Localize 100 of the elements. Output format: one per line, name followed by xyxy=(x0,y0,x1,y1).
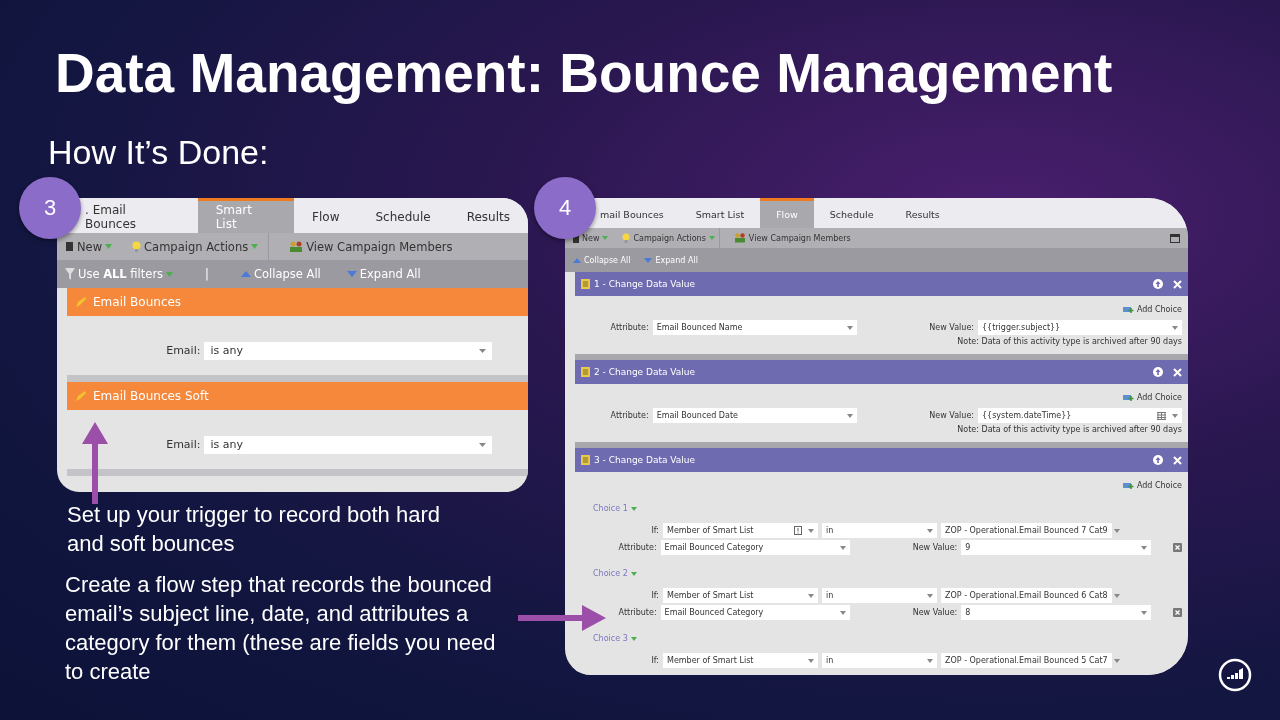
caret-icon xyxy=(630,571,637,576)
dropdown-arrow-icon xyxy=(479,348,486,353)
caption: Set up your trigger to record both hard and soft bounces xyxy=(67,501,441,558)
dropdown[interactable]: Member of Smart List xyxy=(663,523,818,538)
caret-icon xyxy=(602,236,609,240)
expand-icon xyxy=(346,271,357,277)
lightbulb-icon xyxy=(132,240,142,253)
tab[interactable]: mail Bounces xyxy=(598,198,680,228)
dropdown[interactable]: {{system.dateTime}} xyxy=(978,408,1182,423)
warning-icon xyxy=(794,526,802,535)
dropdown[interactable]: Email Bounced Category xyxy=(660,540,851,555)
move-up-icon[interactable] xyxy=(1153,455,1163,465)
dropdown[interactable]: Email Bounced Date xyxy=(652,408,857,423)
step-title: 1 - Change Data Value xyxy=(594,279,696,289)
slide-subtitle: How It’s Done: xyxy=(48,132,270,172)
add-choice-button[interactable]: Add Choice xyxy=(1122,481,1182,490)
slide-title: Data Management: Bounce Management xyxy=(55,41,1114,106)
note-text: Note: Data of this activity type is archived after 90 days xyxy=(956,337,1182,346)
lightbulb-icon xyxy=(622,233,631,243)
delete-icon[interactable] xyxy=(1173,543,1182,552)
dropdown[interactable]: Member of Smart List xyxy=(663,653,818,668)
field-label: If: xyxy=(650,656,659,665)
dropdown-arrow-icon xyxy=(479,442,486,447)
field-label: Email: xyxy=(165,438,201,451)
toolbar-button[interactable]: View Campaign Members xyxy=(289,239,453,254)
caret-icon xyxy=(105,244,113,249)
people-icon xyxy=(289,240,304,253)
tab[interactable]: Smart List xyxy=(679,198,761,228)
separator: | xyxy=(205,267,209,281)
document-icon xyxy=(65,241,74,252)
pencil-icon xyxy=(75,296,87,308)
tab[interactable]: Results xyxy=(889,198,956,228)
dropdown-arrow-icon xyxy=(1172,325,1178,330)
tab[interactable]: Results xyxy=(448,198,528,233)
move-up-icon[interactable] xyxy=(1153,367,1163,377)
note-icon xyxy=(581,279,590,289)
field-label: Attribute: xyxy=(609,411,649,420)
tab[interactable]: Schedule xyxy=(813,198,890,228)
tab[interactable]: Flow xyxy=(294,198,358,233)
move-up-icon[interactable] xyxy=(1153,279,1163,289)
window-icon[interactable] xyxy=(1170,233,1180,243)
dropdown[interactable]: in xyxy=(822,523,937,538)
step-badge: 3 xyxy=(19,177,81,239)
field-label: New Value: xyxy=(928,323,974,332)
collapse-icon xyxy=(573,257,581,263)
field-label: Email: xyxy=(165,344,201,357)
toolbar-button[interactable]: Campaign Actions xyxy=(622,233,715,243)
dropdown[interactable]: Email Bounced Category xyxy=(660,605,851,620)
delete-icon[interactable] xyxy=(1173,608,1182,617)
caption: Create a flow step that records the bounced email’s subject line, date, and attributes a category for them (these are fields you need to create xyxy=(65,571,497,686)
tab[interactable]: . Email Bounces xyxy=(83,198,198,233)
logo-icon xyxy=(1218,658,1252,692)
toolbar-button[interactable]: Campaign Actions xyxy=(132,239,259,254)
close-icon[interactable] xyxy=(1173,455,1182,465)
tab[interactable]: Schedule xyxy=(357,198,449,233)
dropdown[interactable]: Member of Smart List xyxy=(663,588,818,603)
add-choice-icon xyxy=(1122,305,1134,314)
expand-icon xyxy=(644,257,653,263)
close-icon[interactable] xyxy=(1173,367,1182,377)
add-choice-button[interactable]: Add Choice xyxy=(1122,305,1182,314)
dropdown-arrow-icon xyxy=(1172,413,1178,418)
toolbar-button[interactable]: New xyxy=(65,239,113,254)
dropdown-arrow-icon xyxy=(846,413,853,418)
pencil-icon xyxy=(75,390,87,402)
note-icon xyxy=(581,455,590,465)
dropdown-arrow-icon xyxy=(840,610,847,615)
dropdown-arrow-icon xyxy=(808,593,814,598)
caret-icon xyxy=(708,236,715,240)
calendar-icon[interactable] xyxy=(1157,411,1166,420)
dropdown-arrow-icon xyxy=(840,545,847,550)
funnel-icon xyxy=(65,268,75,280)
dropdown[interactable]: in xyxy=(822,653,937,668)
dropdown[interactable]: in xyxy=(822,588,937,603)
add-choice-icon xyxy=(1122,481,1134,490)
people-icon xyxy=(733,233,746,243)
dropdown[interactable]: 8 xyxy=(961,605,1151,620)
toolbar-button[interactable]: View Campaign Members xyxy=(733,233,851,243)
note-icon xyxy=(581,367,590,377)
step-title: 3 - Change Data Value xyxy=(594,455,696,465)
collapse-icon xyxy=(241,271,251,277)
caret-icon xyxy=(630,636,637,641)
field-label: If: xyxy=(650,591,659,600)
step-title: 2 - Change Data Value xyxy=(594,367,696,377)
dropdown-arrow-icon xyxy=(927,528,933,533)
field-label: New Value: xyxy=(928,411,974,420)
dropdown[interactable]: is any xyxy=(204,435,492,454)
add-choice-button[interactable]: Add Choice xyxy=(1122,393,1182,402)
dropdown[interactable]: {{trigger.subject}} xyxy=(978,320,1182,335)
dropdown-arrow-icon xyxy=(1113,528,1120,533)
field-label: Attribute: xyxy=(617,608,657,617)
add-choice-icon xyxy=(1122,393,1134,402)
filter-name: Email Bounces Soft xyxy=(93,389,209,403)
dropdown[interactable]: Email Bounced Name xyxy=(652,320,857,335)
dropdown-arrow-icon xyxy=(808,528,814,533)
dropdown[interactable]: is any xyxy=(204,341,492,360)
caret-icon xyxy=(166,271,174,277)
dropdown-arrow-icon xyxy=(1113,593,1120,598)
field-label: New Value: xyxy=(911,608,958,617)
dropdown[interactable]: 9 xyxy=(961,540,1151,555)
close-icon[interactable] xyxy=(1173,279,1182,289)
